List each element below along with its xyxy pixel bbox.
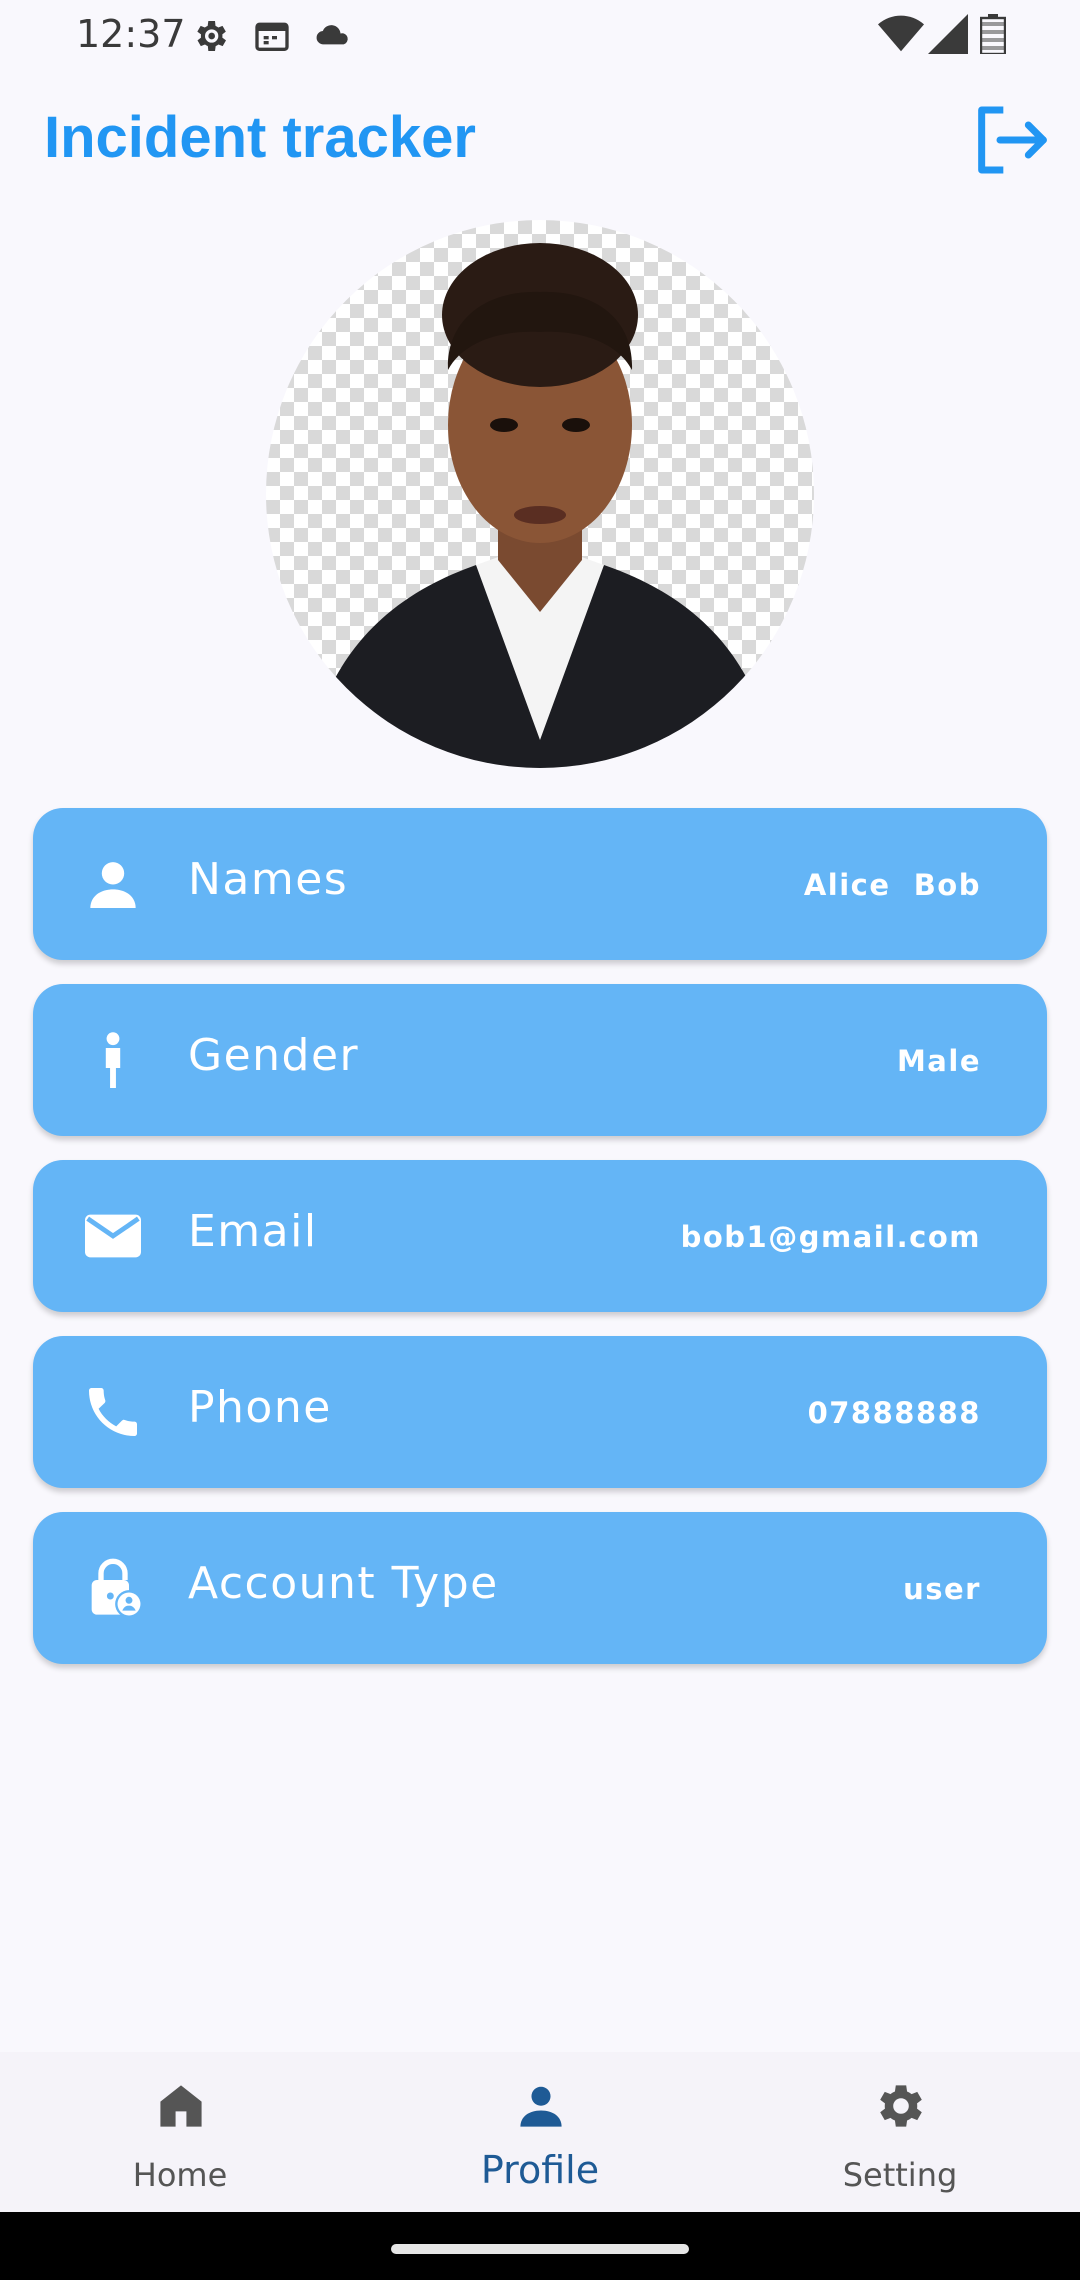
nav-item-profile[interactable]: Profile <box>360 2052 720 2212</box>
names-card[interactable]: Names Alice Bob <box>33 808 1047 960</box>
nav-item-setting[interactable]: Setting <box>720 2052 1080 2212</box>
nav-label-profile: Profile <box>480 2148 600 2192</box>
phone-icon <box>89 1388 137 1436</box>
card-label: Names <box>188 854 349 905</box>
system-navigation-bar <box>0 2212 1080 2280</box>
card-value: user <box>903 1572 981 1606</box>
card-label: Gender <box>188 1030 360 1081</box>
card-value: bob1@gmail.com <box>680 1220 981 1254</box>
lock-person-icon <box>91 1558 143 1618</box>
signal-icon <box>928 14 968 54</box>
wifi-icon <box>878 15 924 52</box>
phone-card[interactable]: Phone 07888888 <box>33 1336 1047 1488</box>
card-value: Alice Bob <box>803 868 981 902</box>
nav-label-setting: Setting <box>842 2156 958 2194</box>
card-value: Male <box>896 1044 981 1078</box>
gear-icon <box>880 2085 922 2127</box>
battery-icon <box>980 14 1006 54</box>
logout-icon[interactable] <box>970 100 1050 180</box>
app-title: Incident tracker <box>44 105 476 170</box>
male-icon <box>105 1032 121 1088</box>
email-card[interactable]: Email bob1@gmail.com <box>33 1160 1047 1312</box>
card-label: Phone <box>188 1382 332 1433</box>
home-icon <box>160 2085 202 2127</box>
email-icon <box>85 1214 141 1258</box>
nav-item-home[interactable]: Home <box>0 2052 360 2212</box>
calendar-icon <box>255 22 289 51</box>
gender-card[interactable]: Gender Male <box>33 984 1047 1136</box>
card-value: 07888888 <box>807 1396 981 1430</box>
profile-screen: 12:37 Incident tracker Names Alice Bob G… <box>0 0 1080 2280</box>
nav-label-home: Home <box>132 2156 228 2194</box>
profile-avatar[interactable] <box>266 220 814 768</box>
person-icon <box>90 862 136 908</box>
status-time: 12:37 <box>76 12 186 56</box>
card-label: Account Type <box>188 1558 499 1609</box>
person-icon <box>520 2086 562 2127</box>
cloud-icon <box>316 25 348 45</box>
card-label: Email <box>188 1206 318 1257</box>
status-bar: 12:37 <box>0 0 1080 70</box>
profile-photo <box>266 220 814 768</box>
home-gesture-handle[interactable] <box>391 2244 689 2254</box>
settings-gear-icon <box>197 21 226 51</box>
bottom-navigation: Home Profile Setting <box>0 2052 1080 2212</box>
account-type-card[interactable]: Account Type user <box>33 1512 1047 1664</box>
